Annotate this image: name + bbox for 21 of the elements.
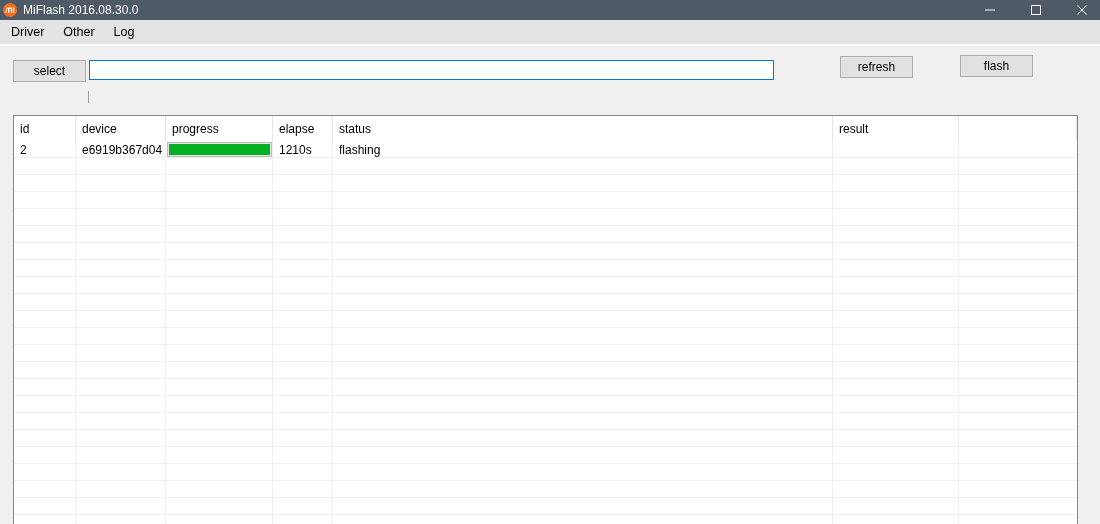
table-cell: 2	[20, 142, 27, 157]
table-cell: 1210s	[279, 142, 312, 157]
menu-item[interactable]: Log	[113, 25, 135, 39]
menu-item[interactable]: Other	[63, 25, 95, 39]
table-cell: flashing	[339, 142, 381, 157]
column-header[interactable]: progress	[172, 121, 219, 136]
column-header[interactable]: status	[339, 121, 371, 136]
select-button[interactable]: select	[13, 60, 86, 82]
column-header[interactable]: result	[839, 121, 869, 136]
maximize-icon[interactable]	[1030, 4, 1042, 16]
column-header[interactable]: id	[20, 121, 30, 136]
table-cell: e6919b367d04	[82, 142, 163, 157]
close-icon[interactable]	[1076, 4, 1088, 16]
menu-item[interactable]: Driver	[11, 25, 45, 39]
refresh-button[interactable]: refresh	[840, 56, 913, 78]
column-header[interactable]: elapse	[279, 121, 315, 136]
column-header[interactable]: device	[82, 121, 117, 136]
window-title: MiFlash 2016.08.30.0	[23, 3, 139, 17]
flash-button[interactable]: flash	[960, 55, 1033, 77]
path-field[interactable]	[89, 60, 774, 80]
app-logo-icon	[3, 3, 17, 17]
